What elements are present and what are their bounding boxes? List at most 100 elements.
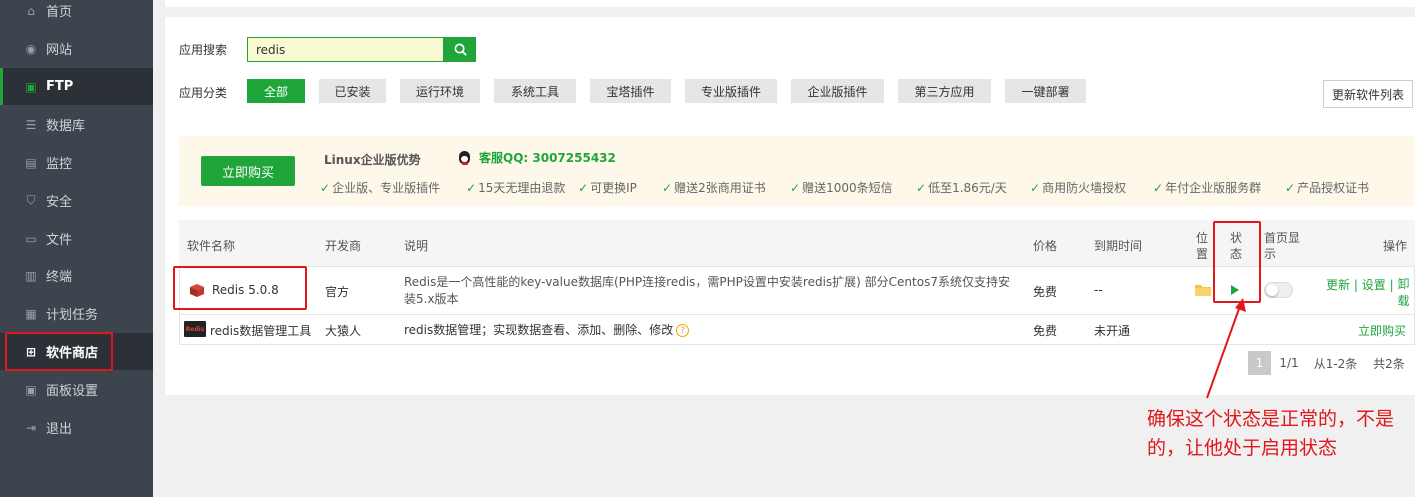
sidebar-item-logout[interactable]: ⇥ 退出 — [0, 409, 153, 446]
sidebar-item-label: 终端 — [46, 270, 73, 285]
check-icon: ✓ — [1285, 181, 1296, 195]
redis-icon — [190, 284, 204, 297]
toggle-knob — [1266, 284, 1278, 296]
sidebar-item-website[interactable]: ◉ 网站 — [0, 30, 153, 67]
search-label: 应用搜索 — [179, 43, 228, 57]
update-software-list-button[interactable]: 更新软件列表 — [1323, 80, 1413, 108]
category-runtime[interactable]: 运行环境 — [400, 79, 480, 103]
header-price: 价格 — [1033, 239, 1058, 253]
developer: 大猿人 — [325, 324, 362, 338]
page-total: 共2条 — [1366, 351, 1412, 375]
sidebar-item-ftp[interactable]: ▣ FTP — [0, 68, 153, 105]
sidebar-item-panel-settings[interactable]: ▣ 面板设置 — [0, 371, 153, 408]
expire-time: -- — [1094, 283, 1103, 297]
header-status: 态 — [1230, 247, 1243, 261]
redis-manager-icon: Redis — [184, 321, 206, 337]
buy-now-link[interactable]: 立即购买 — [1358, 322, 1406, 339]
category-installed[interactable]: 已安装 — [319, 79, 386, 103]
price: 免费 — [1033, 285, 1058, 299]
settings-link[interactable]: 设置 — [1362, 278, 1386, 292]
search-input[interactable] — [247, 37, 444, 62]
sidebar-item-label: 安全 — [46, 195, 73, 210]
feature-item: ✓ 赠送1000条短信 — [790, 181, 893, 195]
sidebar-item-database[interactable]: ☰ 数据库 — [0, 106, 153, 143]
header-home-display: 首页显 — [1264, 231, 1301, 245]
sidebar-item-home[interactable]: ⌂ 首页 — [0, 0, 153, 29]
feature-item: ✓ 赠送2张商用证书 — [662, 181, 766, 195]
check-icon: ✓ — [320, 181, 331, 195]
separator: | — [1389, 278, 1394, 292]
folder-icon: ▭ — [25, 231, 37, 246]
feature-item: ✓ 年付企业版服务群 — [1153, 181, 1262, 195]
home-display-toggle[interactable] — [1264, 282, 1293, 298]
feature-item: ✓ 低至1.86元/天 — [916, 181, 1007, 195]
home-icon: ⌂ — [27, 3, 35, 18]
sidebar-item-label: 监控 — [46, 157, 73, 172]
database-icon: ☰ — [25, 117, 37, 132]
developer: 官方 — [325, 285, 350, 299]
top-panel-edge — [165, 0, 1415, 7]
sidebar-item-monitor[interactable]: ▤ 监控 — [0, 144, 153, 181]
play-status-icon[interactable] — [1231, 285, 1239, 295]
category-third-party[interactable]: 第三方应用 — [898, 79, 991, 103]
active-indicator — [0, 68, 3, 105]
page-current[interactable]: 1 — [1248, 351, 1271, 375]
sidebar-item-security[interactable]: ⛉ 安全 — [0, 182, 153, 219]
annotation-note: 确保这个状态是正常的，不是的，让他处于启用状态 — [1147, 408, 1395, 459]
header-location: 位 — [1196, 231, 1209, 245]
sidebar-item-label: 计划任务 — [46, 308, 99, 323]
help-icon[interactable]: ? — [676, 324, 690, 337]
category-pro-plugins[interactable]: 专业版插件 — [685, 79, 777, 103]
search-button[interactable] — [444, 37, 476, 62]
header-name: 软件名称 — [187, 239, 236, 253]
support-qq[interactable]: 客服QQ: 3007255432 — [457, 149, 616, 166]
category-system-tools[interactable]: 系统工具 — [494, 79, 576, 103]
sidebar-item-terminal[interactable]: ▥ 终端 — [0, 257, 153, 294]
settings-icon: ▣ — [25, 382, 37, 397]
category-label: 应用分类 — [179, 86, 228, 100]
category-one-click-deploy[interactable]: 一键部署 — [1005, 79, 1086, 103]
update-link[interactable]: 更新 — [1326, 278, 1350, 292]
feature-item: ✓ 产品授权证书 — [1285, 181, 1370, 195]
sidebar-item-label: 退出 — [46, 422, 73, 437]
folder-icon[interactable] — [1195, 284, 1211, 296]
check-icon: ✓ — [790, 181, 801, 195]
separator: | — [1353, 278, 1358, 292]
page-range: 从1-2条 — [1307, 351, 1364, 375]
uninstall-link[interactable]: 卸载 — [1397, 276, 1411, 310]
check-icon: ✓ — [916, 181, 927, 195]
sidebar-item-files[interactable]: ▭ 文件 — [0, 220, 153, 257]
software-name[interactable]: Redis 5.0.8 — [212, 283, 279, 297]
terminal-icon: ▥ — [25, 268, 37, 283]
header-location: 置 — [1196, 247, 1209, 261]
globe-icon: ◉ — [25, 41, 37, 56]
check-icon: ✓ — [578, 181, 589, 195]
feature-item: ✓ 企业版、专业版插件 — [320, 181, 441, 195]
check-icon: ✓ — [1030, 181, 1041, 195]
header-status: 状 — [1230, 231, 1243, 245]
qq-icon — [457, 150, 475, 166]
sidebar: ⌂ 首页 ◉ 网站 ▣ FTP ☰ 数据库 ▤ 监控 ⛉ 安全 ▭ 文件 ▥ 终… — [0, 0, 153, 497]
buy-now-button[interactable]: 立即购买 — [201, 156, 295, 186]
feature-item: ✓ 商用防火墙授权 — [1030, 181, 1127, 195]
price: 免费 — [1033, 324, 1058, 338]
feature-item: ✓ 可更换IP — [578, 181, 637, 195]
software-name[interactable]: redis数据管理工具 — [210, 322, 311, 339]
category-bt-plugins[interactable]: 宝塔插件 — [590, 79, 671, 103]
category-enterprise-plugins[interactable]: 企业版插件 — [791, 79, 884, 103]
actions: 更新 | 设置 | 卸载 — [1326, 276, 1411, 310]
category-all[interactable]: 全部 — [247, 79, 305, 103]
sidebar-item-label: 文件 — [46, 233, 73, 248]
shield-icon: ⛉ — [26, 193, 36, 207]
monitor-icon: ▤ — [25, 155, 37, 170]
calendar-icon: ▦ — [25, 306, 37, 321]
row-divider — [179, 314, 1415, 315]
header-developer: 开发商 — [325, 239, 362, 253]
promo-title: Linux企业版优势 — [324, 153, 421, 167]
logout-icon: ⇥ — [25, 420, 37, 435]
sidebar-item-label: FTP — [46, 79, 74, 94]
sidebar-item-cron[interactable]: ▦ 计划任务 — [0, 295, 153, 332]
check-icon: ✓ — [1153, 181, 1164, 195]
header-description: 说明 — [404, 239, 429, 253]
sidebar-item-label: 数据库 — [46, 119, 86, 134]
